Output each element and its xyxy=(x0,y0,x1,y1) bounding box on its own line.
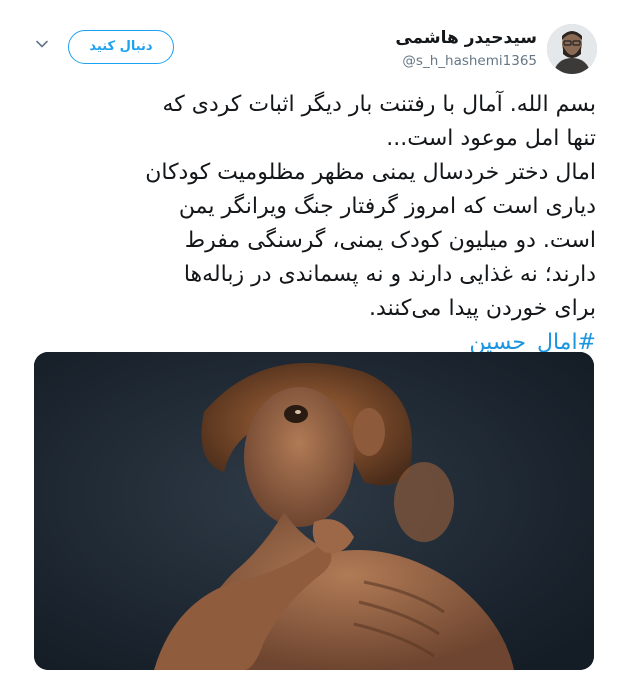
user-block[interactable]: سیدحیدر هاشمی @s_h_hashemi1365 xyxy=(395,28,537,70)
tweet-line: دیاری است که امروز گرفتار جنگ ویرانگر یم… xyxy=(178,194,596,219)
tweet-header: سیدحیدر هاشمی @s_h_hashemi1365 دنبال کنی… xyxy=(0,22,633,82)
tweet-line: امال دختر خردسال یمنی مظهر مظلومیت کودکا… xyxy=(145,160,596,185)
tweet-photo[interactable] xyxy=(34,352,594,670)
tweet-line: است. دو میلیون کودک یمنی، گرسنگی مفرط xyxy=(184,228,596,253)
tweet-line: تنها امل موعود است... xyxy=(386,126,596,151)
avatar[interactable] xyxy=(547,24,597,74)
chevron-down-icon[interactable] xyxy=(34,36,50,52)
tweet-text: بسم الله. آمال با رفتنت بار دیگر اثبات ک… xyxy=(28,88,596,360)
tweet-line: دارند؛ نه غذایی دارند و نه پسماندی در زب… xyxy=(183,262,596,287)
user-handle[interactable]: @s_h_hashemi1365 xyxy=(395,52,537,70)
user-avatar-icon xyxy=(547,24,597,74)
follow-button[interactable]: دنبال کنید xyxy=(68,30,174,64)
photo-image xyxy=(34,352,594,670)
tweet-card: سیدحیدر هاشمی @s_h_hashemi1365 دنبال کنی… xyxy=(0,0,633,682)
display-name[interactable]: سیدحیدر هاشمی xyxy=(395,28,537,48)
tweet-line: بسم الله. آمال با رفتنت بار دیگر اثبات ک… xyxy=(162,92,597,117)
tweet-line: برای خوردن پیدا می‌کنند. xyxy=(369,296,596,321)
